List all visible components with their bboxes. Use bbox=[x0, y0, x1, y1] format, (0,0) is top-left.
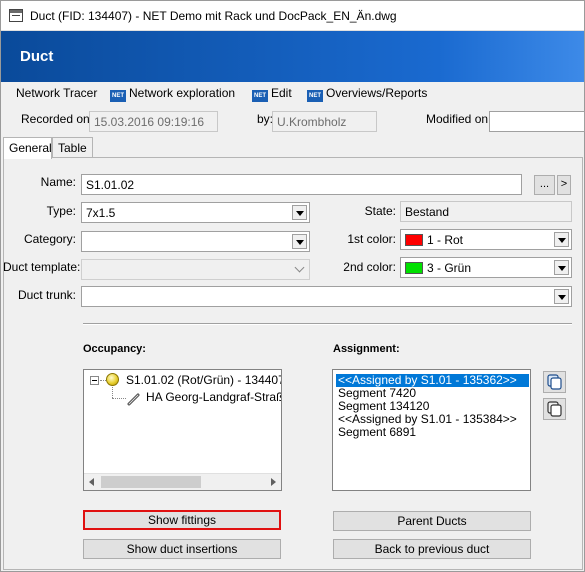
color2-swatch bbox=[405, 262, 423, 274]
template-select[interactable] bbox=[81, 259, 310, 280]
color1-value: 1 - Rot bbox=[427, 233, 464, 247]
copy-icon bbox=[547, 401, 562, 417]
menu-label: Overviews/Reports bbox=[326, 86, 428, 100]
tree-connector bbox=[112, 387, 113, 398]
category-select[interactable] bbox=[81, 231, 310, 252]
template-label: Duct template: bbox=[3, 260, 81, 274]
assignment-list[interactable]: <<Assigned by S1.01 - 135362>> Segment 7… bbox=[332, 369, 531, 491]
copy-icon bbox=[547, 374, 562, 390]
title-bar: Duct (FID: 134407) - NET Demo mit Rack u… bbox=[1, 1, 584, 31]
net-icon: NET bbox=[252, 90, 268, 102]
state-label: State: bbox=[364, 204, 396, 218]
recorded-on-label: Recorded on: bbox=[21, 112, 94, 126]
banner-title: Duct bbox=[20, 48, 54, 65]
color1-swatch bbox=[405, 234, 423, 246]
type-label: Type: bbox=[46, 204, 76, 218]
menu-edit[interactable]: NET Edit bbox=[252, 86, 292, 102]
show-duct-insertions-button[interactable]: Show duct insertions bbox=[83, 539, 281, 559]
chevron-down-icon[interactable] bbox=[554, 260, 569, 275]
modified-on-label: Modified on: bbox=[426, 112, 492, 126]
color1-label: 1st color: bbox=[347, 232, 396, 246]
tab-table[interactable]: Table bbox=[52, 137, 93, 158]
browse-button[interactable]: ... bbox=[534, 175, 555, 195]
net-icon: NET bbox=[307, 90, 323, 102]
header-banner: Duct bbox=[1, 31, 584, 82]
by-label: by: bbox=[257, 112, 274, 126]
list-item[interactable]: Segment 6891 bbox=[336, 426, 529, 439]
menu-label: Network exploration bbox=[129, 86, 236, 100]
trunk-select[interactable] bbox=[81, 286, 572, 307]
copy-button-1[interactable] bbox=[543, 371, 566, 393]
color2-label: 2nd color: bbox=[343, 260, 396, 274]
type-value: 7x1.5 bbox=[86, 206, 116, 220]
name-label: Name: bbox=[40, 175, 76, 189]
color2-select[interactable]: 3 - Grün bbox=[400, 257, 572, 278]
tree-node-child[interactable]: HA Georg-Landgraf-Straße 1 bbox=[146, 390, 281, 404]
occupancy-label: Occupancy: bbox=[83, 343, 146, 355]
assignment-label: Assignment: bbox=[333, 343, 400, 355]
divider bbox=[83, 323, 572, 325]
name-field[interactable]: S1.01.02 bbox=[81, 174, 522, 195]
menu-network-tracer[interactable]: Network Tracer bbox=[16, 86, 97, 102]
tree-connector bbox=[112, 398, 126, 399]
by-field[interactable]: U.Krombholz bbox=[272, 111, 377, 132]
recorded-on-field[interactable]: 15.03.2016 09:19:16 bbox=[89, 111, 218, 132]
horizontal-scrollbar[interactable] bbox=[84, 473, 281, 490]
category-label: Category: bbox=[23, 232, 76, 246]
copy-button-2[interactable] bbox=[543, 398, 566, 420]
scroll-right-icon[interactable] bbox=[271, 478, 276, 486]
color2-value: 3 - Grün bbox=[427, 261, 472, 275]
menu-bar: Network Tracer NET Network exploration NE… bbox=[1, 82, 584, 104]
collapse-icon[interactable] bbox=[90, 376, 99, 385]
show-fittings-button[interactable]: Show fittings bbox=[83, 510, 281, 530]
menu-network-exploration[interactable]: NET Network exploration bbox=[110, 86, 235, 102]
tab-general[interactable]: General bbox=[3, 137, 52, 159]
color1-select[interactable]: 1 - Rot bbox=[400, 229, 572, 250]
type-select[interactable]: 7x1.5 bbox=[81, 202, 310, 223]
chevron-down-icon[interactable] bbox=[292, 234, 307, 249]
window-icon bbox=[9, 9, 23, 22]
state-field[interactable]: Bestand bbox=[400, 201, 572, 222]
chevron-down-icon[interactable] bbox=[554, 289, 569, 304]
scroll-left-icon[interactable] bbox=[89, 478, 94, 486]
yellow-dot-icon bbox=[106, 373, 119, 386]
scrollbar-thumb[interactable] bbox=[101, 476, 201, 488]
tree-node-root[interactable]: S1.01.02 (Rot/Grün) - 134407 bbox=[126, 373, 281, 387]
trunk-label: Duct trunk: bbox=[17, 288, 76, 302]
next-button[interactable]: > bbox=[557, 175, 571, 195]
back-to-previous-duct-button[interactable]: Back to previous duct bbox=[333, 539, 531, 559]
modified-on-field[interactable] bbox=[489, 111, 585, 132]
net-icon: NET bbox=[110, 90, 126, 102]
menu-label: Network Tracer bbox=[16, 86, 98, 100]
parent-ducts-button[interactable]: Parent Ducts bbox=[333, 511, 531, 531]
cable-icon bbox=[127, 393, 140, 406]
chevron-down-icon[interactable] bbox=[554, 232, 569, 247]
chevron-down-icon[interactable] bbox=[292, 262, 307, 277]
menu-overviews-reports[interactable]: NET Overviews/Reports bbox=[307, 86, 427, 102]
menu-label: Edit bbox=[271, 86, 292, 100]
duct-dialog: Duct (FID: 134407) - NET Demo mit Rack u… bbox=[0, 0, 585, 572]
window-title: Duct (FID: 134407) - NET Demo mit Rack u… bbox=[30, 9, 397, 23]
chevron-down-icon[interactable] bbox=[292, 205, 307, 220]
occupancy-tree[interactable]: S1.01.02 (Rot/Grün) - 134407 HA Georg-La… bbox=[83, 369, 282, 491]
